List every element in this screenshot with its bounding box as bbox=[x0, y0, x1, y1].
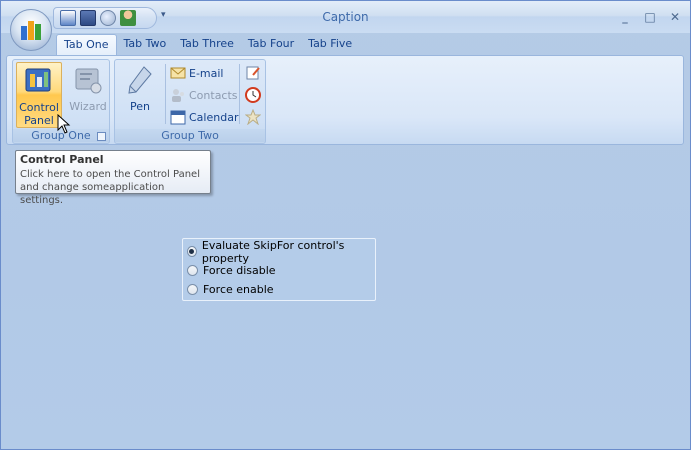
pen-button[interactable]: Pen bbox=[117, 62, 163, 128]
radio-button[interactable] bbox=[187, 284, 198, 295]
tooltip-line-1: Click here to open the Control Panel bbox=[20, 169, 200, 180]
wizard-button[interactable]: Wizard bbox=[65, 62, 111, 128]
group-separator bbox=[239, 64, 240, 124]
dialog-launcher-icon[interactable] bbox=[97, 132, 106, 141]
application-window: Caption ▾ _ □ ✕ Tab One Tab Two Tab Thre… bbox=[0, 0, 691, 450]
calendar-button[interactable]: Calendar bbox=[170, 107, 238, 127]
control-panel-label: Control Panel bbox=[19, 101, 59, 127]
calendar-label: Calendar bbox=[189, 110, 239, 124]
search-icon[interactable] bbox=[100, 10, 116, 26]
option-evaluate-skipfor[interactable]: Evaluate SkipFor control's property bbox=[187, 239, 371, 265]
ribbon-panel: Control Panel Wizard Group One Pen E-mai… bbox=[6, 55, 684, 145]
quick-access-toolbar bbox=[53, 7, 157, 29]
minimize-button[interactable]: _ bbox=[615, 8, 635, 26]
application-logo-icon bbox=[21, 21, 41, 40]
title-bar: Caption ▾ _ □ ✕ bbox=[1, 1, 690, 33]
application-button[interactable] bbox=[10, 9, 52, 51]
maximize-button[interactable]: □ bbox=[640, 8, 660, 26]
option-label: Force disable bbox=[203, 264, 276, 277]
option-force-enable[interactable]: Force enable bbox=[187, 280, 371, 299]
radio-button-checked[interactable] bbox=[187, 246, 197, 257]
email-button[interactable]: E-mail bbox=[170, 63, 224, 83]
option-label: Force enable bbox=[203, 283, 274, 296]
email-icon bbox=[170, 67, 186, 79]
tab-two[interactable]: Tab Two bbox=[117, 34, 174, 56]
save-icon[interactable] bbox=[80, 10, 96, 26]
tab-four[interactable]: Tab Four bbox=[241, 34, 301, 56]
pen-icon bbox=[128, 66, 152, 94]
ribbon-tabs: Tab One Tab Two Tab Three Tab Four Tab F… bbox=[56, 34, 359, 56]
edit-note-icon[interactable] bbox=[245, 65, 261, 81]
close-button[interactable]: ✕ bbox=[665, 8, 685, 26]
control-panel-button[interactable]: Control Panel bbox=[16, 62, 62, 128]
skipfor-options-panel: Evaluate SkipFor control's property Forc… bbox=[182, 238, 376, 301]
tooltip-title: Control Panel bbox=[20, 153, 104, 166]
group-two: Pen E-mail Contacts Calendar Group Two bbox=[114, 59, 266, 144]
contacts-button[interactable]: Contacts bbox=[170, 85, 238, 105]
tab-five[interactable]: Tab Five bbox=[301, 34, 359, 56]
contacts-icon bbox=[172, 89, 184, 102]
control-panel-icon bbox=[25, 68, 51, 92]
wizard-label: Wizard bbox=[69, 100, 107, 113]
radio-button[interactable] bbox=[187, 265, 198, 276]
pen-label: Pen bbox=[130, 100, 150, 113]
tab-three[interactable]: Tab Three bbox=[173, 34, 241, 56]
star-icon[interactable] bbox=[245, 109, 261, 125]
group-separator bbox=[165, 64, 166, 124]
option-label: Evaluate SkipFor control's property bbox=[201, 238, 345, 265]
clock-icon[interactable] bbox=[245, 87, 261, 103]
control-panel-tooltip: Control Panel Click here to open the Con… bbox=[15, 150, 211, 206]
tooltip-line-2: and change someapplication settings. bbox=[20, 182, 165, 206]
quick-access-customize-icon[interactable]: ▾ bbox=[161, 10, 166, 20]
user-icon[interactable] bbox=[120, 10, 136, 26]
calendar-icon bbox=[170, 110, 186, 125]
app-icon[interactable] bbox=[60, 10, 76, 26]
tab-one[interactable]: Tab One bbox=[56, 34, 117, 56]
wizard-icon bbox=[75, 68, 102, 94]
group-two-label: Group Two bbox=[115, 129, 265, 142]
email-label: E-mail bbox=[189, 66, 224, 80]
mouse-cursor-icon bbox=[57, 114, 71, 134]
contacts-label: Contacts bbox=[189, 88, 238, 102]
